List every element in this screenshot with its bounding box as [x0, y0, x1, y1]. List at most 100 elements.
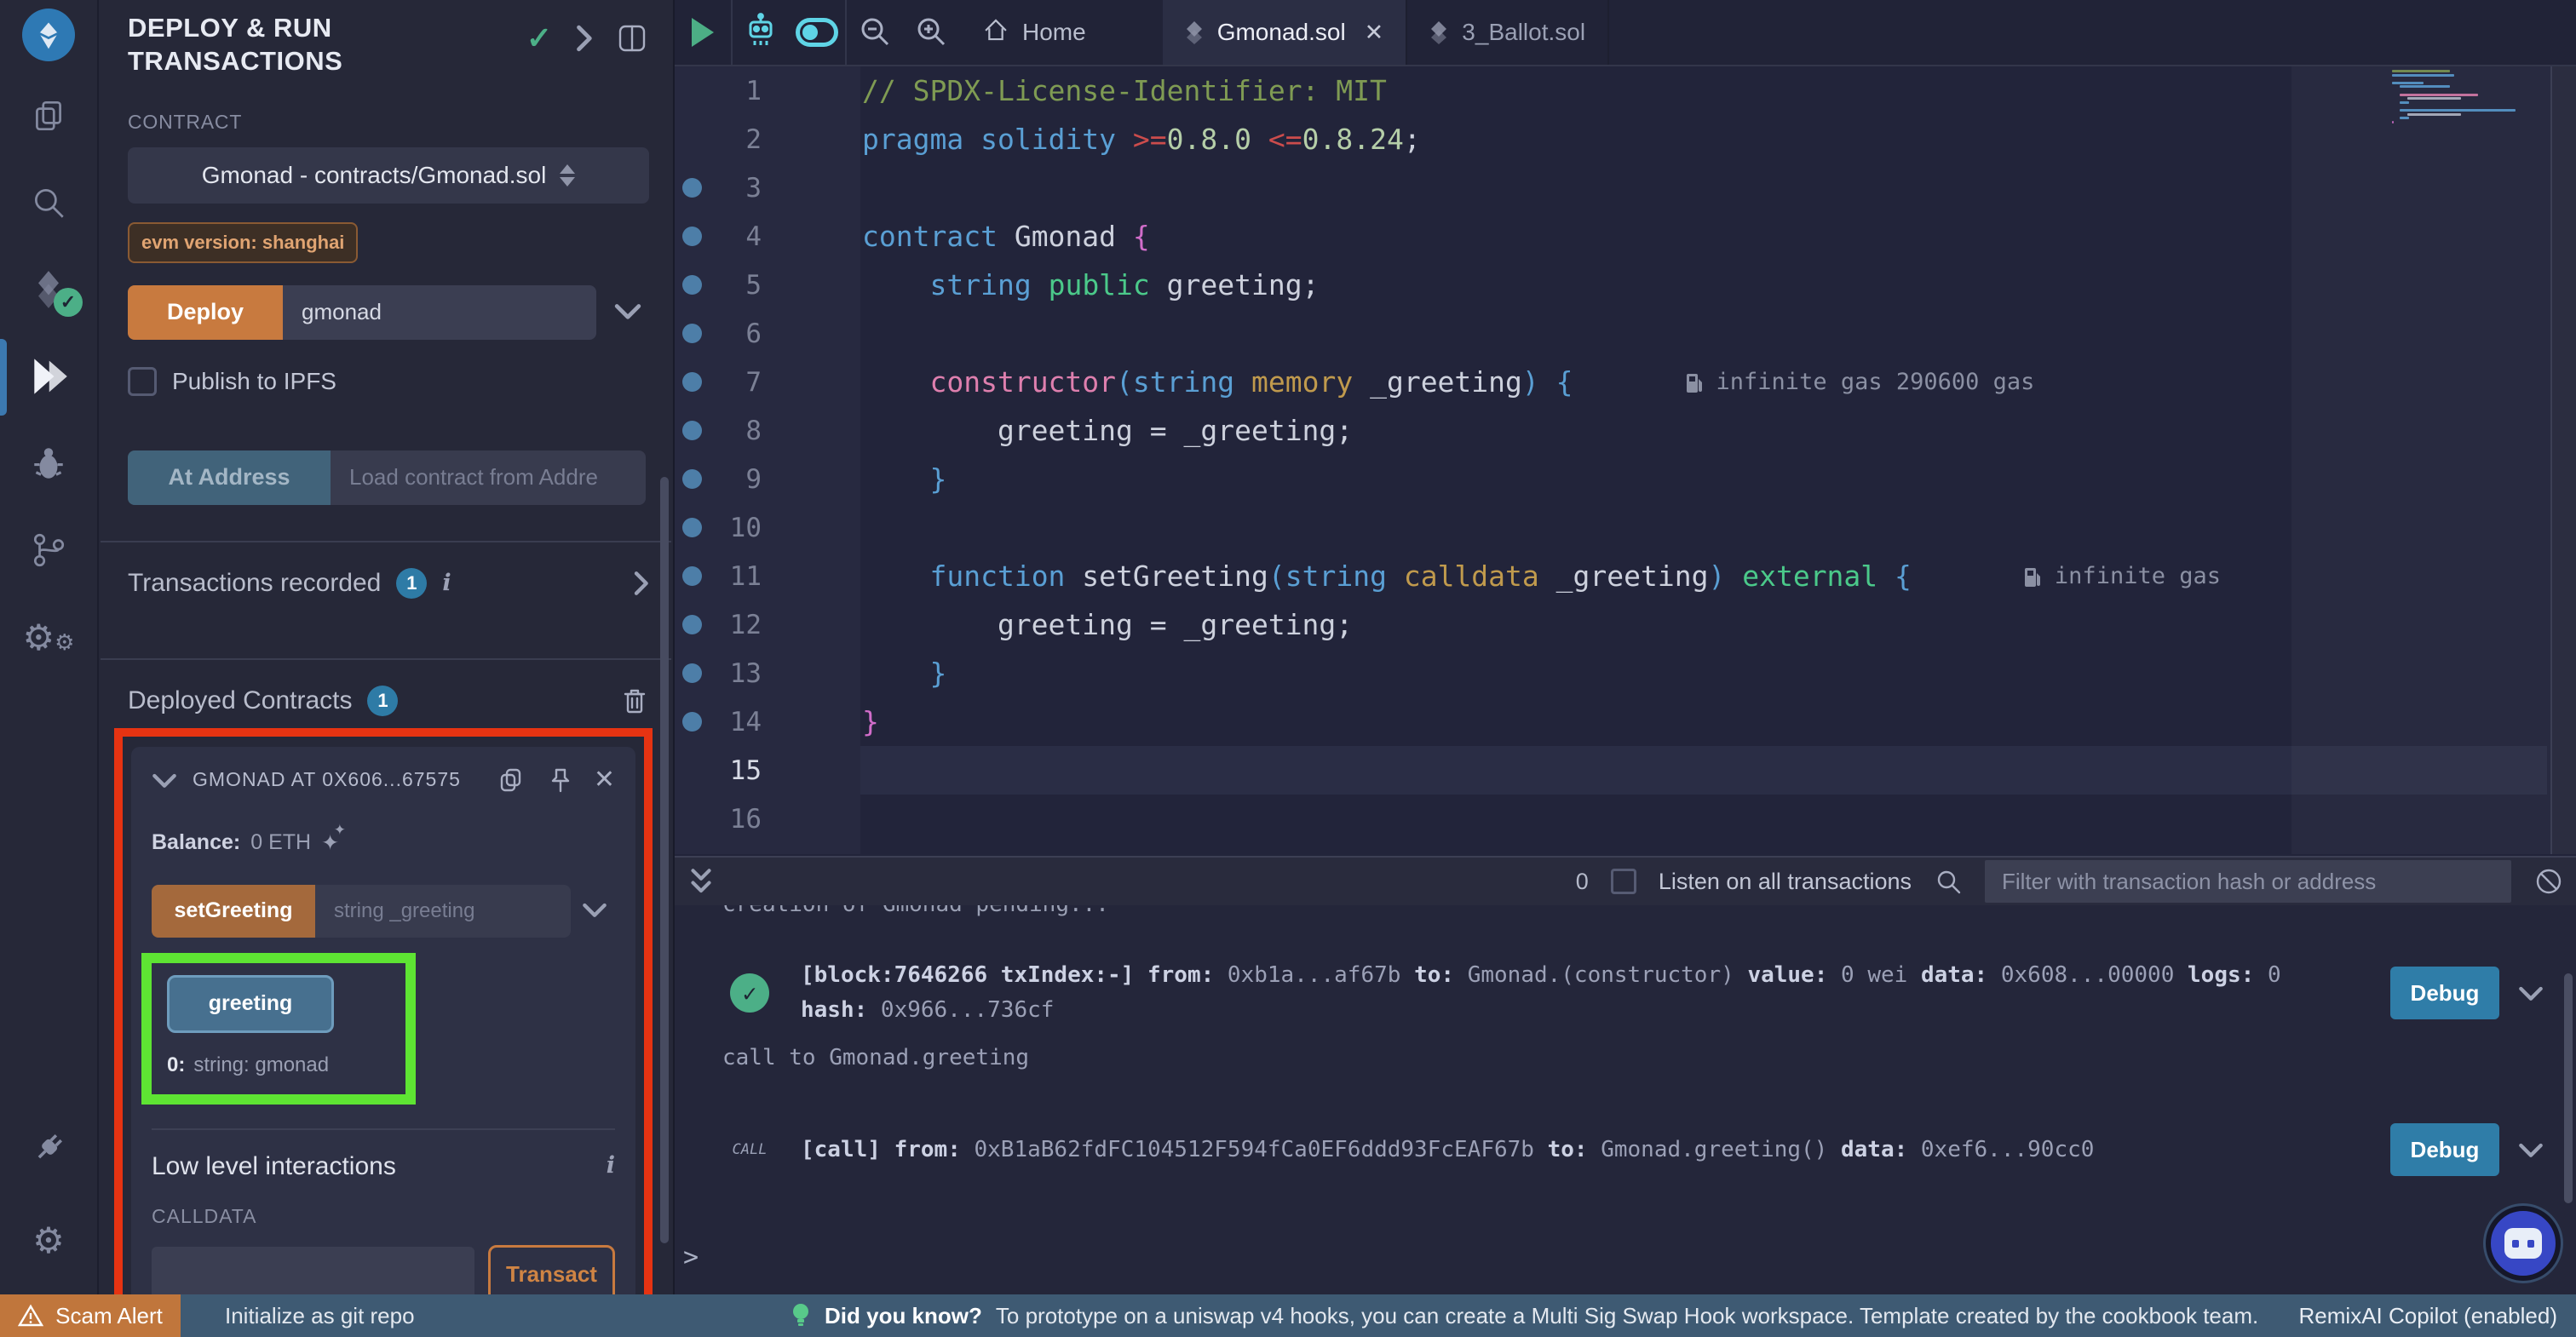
- collapse-icon[interactable]: [152, 772, 177, 789]
- panel-scrollbar[interactable]: [660, 477, 669, 1243]
- at-address-input[interactable]: [331, 450, 646, 505]
- terminal-log[interactable]: creation of Gmonad pending... ✓[block:76…: [675, 905, 2576, 1293]
- terminal-panel: 0 Listen on all transactions creation of…: [673, 856, 2576, 1294]
- minimap-line: [2392, 121, 2394, 123]
- chevron-right-icon[interactable]: [574, 24, 593, 53]
- transactions-count-badge: 1: [396, 568, 427, 599]
- breakpoint-dot-icon[interactable]: [675, 227, 709, 246]
- expand-terminal-icon[interactable]: [688, 865, 714, 898]
- listen-all-checkbox[interactable]: [1611, 869, 1636, 894]
- remix-ai-assistant-button[interactable]: [2486, 1206, 2561, 1281]
- tab-gmonad-sol[interactable]: Gmonad.sol ✕: [1163, 0, 1408, 65]
- expand-args-icon[interactable]: [574, 894, 615, 927]
- greeting-button[interactable]: greeting: [167, 975, 334, 1033]
- breakpoint-dot-icon[interactable]: [675, 566, 709, 586]
- set-greeting-button[interactable]: setGreeting: [152, 885, 315, 938]
- call-output: 0:string: gmonad: [167, 1053, 390, 1077]
- at-address-button[interactable]: At Address: [128, 450, 331, 505]
- minimap-line: [2400, 85, 2450, 88]
- home-icon: [981, 15, 1010, 50]
- copilot-status: RemixAI Copilot (enabled): [2299, 1303, 2576, 1329]
- zoom-in-button[interactable]: [903, 0, 959, 65]
- run-script-button[interactable]: [675, 0, 731, 65]
- sidebar-item-git[interactable]: [0, 519, 98, 582]
- code-editor[interactable]: 1// SPDX-License-Identifier: MIT2pragma …: [675, 66, 2576, 854]
- chevron-down-icon[interactable]: [2518, 1141, 2544, 1158]
- sidebar-item-settings[interactable]: ⚙: [0, 1209, 98, 1272]
- chevron-down-icon[interactable]: [2518, 984, 2544, 1001]
- transaction-filter-input[interactable]: [1985, 860, 2511, 903]
- clear-console-icon[interactable]: [2533, 866, 2564, 897]
- breakpoint-dot-icon[interactable]: [675, 615, 709, 634]
- gas-estimate-annotation: infinite gas: [2022, 563, 2221, 589]
- ai-sparkles-icon[interactable]: ✦✦: [321, 830, 339, 856]
- chevron-right-icon[interactable]: [632, 571, 649, 596]
- breakpoint-dot-icon[interactable]: [675, 275, 709, 295]
- scam-alert-button[interactable]: Scam Alert: [0, 1294, 181, 1337]
- terminal-prompt[interactable]: >: [683, 1242, 699, 1272]
- breakpoint-dot-icon[interactable]: [675, 663, 709, 683]
- sidebar-item-solidity-unit-testing[interactable]: ⚙⚙: [0, 606, 98, 669]
- trash-icon[interactable]: [620, 686, 649, 716]
- sidebar-item-search[interactable]: [0, 172, 98, 235]
- evm-version-badge[interactable]: evm version: shanghai: [128, 222, 358, 263]
- debug-button[interactable]: Debug: [2390, 967, 2499, 1019]
- gas-pump-icon: [2022, 565, 2043, 588]
- breakpoint-dot-icon[interactable]: [675, 372, 709, 392]
- line-number: 15: [709, 755, 762, 786]
- tab-home[interactable]: Home: [959, 0, 1108, 65]
- low-level-label: Low level interactions: [152, 1152, 396, 1181]
- breakpoint-dot-icon[interactable]: [675, 469, 709, 489]
- sidebar-item-deploy-and-run[interactable]: [0, 346, 98, 409]
- remix-ai-button[interactable]: [733, 0, 789, 65]
- search-icon[interactable]: [1934, 867, 1963, 896]
- pending-log-line: creation of Gmonad pending...: [722, 905, 2576, 917]
- code-text: greeting = _greeting;: [762, 414, 1353, 447]
- contract-select[interactable]: Gmonad - contracts/Gmonad.sol: [128, 147, 649, 204]
- deploy-button[interactable]: Deploy: [128, 285, 283, 340]
- minimap[interactable]: [2291, 66, 2550, 854]
- green-annotation-box: greeting 0:string: gmonad: [141, 953, 416, 1105]
- constructor-args-input[interactable]: [283, 285, 596, 340]
- search-icon: [29, 183, 68, 225]
- transactions-recorded-row[interactable]: Transactions recorded 1 i: [128, 542, 649, 623]
- breakpoint-dot-icon[interactable]: [675, 518, 709, 537]
- set-greeting-input[interactable]: [315, 885, 571, 938]
- terminal-scrollbar[interactable]: [2564, 973, 2573, 1203]
- code-text: function setGreeting(string calldata _gr…: [762, 559, 2221, 593]
- sidebar-item-file-explorer[interactable]: [0, 85, 98, 148]
- git-init-button[interactable]: Initialize as git repo: [225, 1303, 415, 1329]
- tab-3-ballot-sol[interactable]: 3_Ballot.sol: [1407, 0, 1609, 65]
- files-icon: [29, 96, 68, 138]
- expand-deploy-icon[interactable]: [607, 295, 649, 330]
- publish-ipfs-checkbox[interactable]: [128, 367, 157, 396]
- debug-button[interactable]: Debug: [2390, 1123, 2499, 1176]
- pin-icon[interactable]: [546, 766, 573, 795]
- close-icon[interactable]: ✕: [594, 767, 615, 793]
- breakpoint-dot-icon[interactable]: [675, 712, 709, 732]
- split-view-icon[interactable]: [615, 21, 649, 55]
- terminal-toolbar: 0 Listen on all transactions: [675, 856, 2576, 905]
- deployed-count-badge: 1: [367, 686, 398, 716]
- info-icon[interactable]: i: [607, 1152, 615, 1179]
- sidebar-item-debugger[interactable]: [0, 433, 98, 496]
- log-text[interactable]: [call] from: 0xB1aB62fdFC104512F594fCa0E…: [801, 1133, 2366, 1168]
- remix-logo-icon[interactable]: [22, 9, 75, 61]
- sidebar-item-plugin-manager[interactable]: [0, 1117, 98, 1180]
- breakpoint-dot-icon[interactable]: [675, 421, 709, 440]
- zoom-out-button[interactable]: [847, 0, 903, 65]
- sidebar-item-solidity-compiler[interactable]: ✓: [0, 259, 98, 322]
- copy-icon[interactable]: [497, 766, 526, 795]
- log-text[interactable]: [block:7646266 txIndex:-] from: 0xb1a...…: [801, 958, 2366, 1028]
- line-number: 14: [709, 707, 762, 737]
- close-tab-icon[interactable]: ✕: [1365, 20, 1384, 46]
- editor-scrollbar[interactable]: [2550, 66, 2576, 854]
- code-text: pragma solidity >=0.8.0 <=0.8.24;: [762, 123, 1421, 156]
- minimap-line: [2392, 74, 2454, 77]
- solidity-file-icon: [1429, 20, 1448, 44]
- breakpoint-dot-icon[interactable]: [675, 178, 709, 198]
- line-number: 6: [709, 318, 762, 349]
- info-icon[interactable]: i: [442, 570, 451, 596]
- breakpoint-dot-icon[interactable]: [675, 324, 709, 343]
- ai-copilot-toggle[interactable]: [789, 0, 845, 65]
